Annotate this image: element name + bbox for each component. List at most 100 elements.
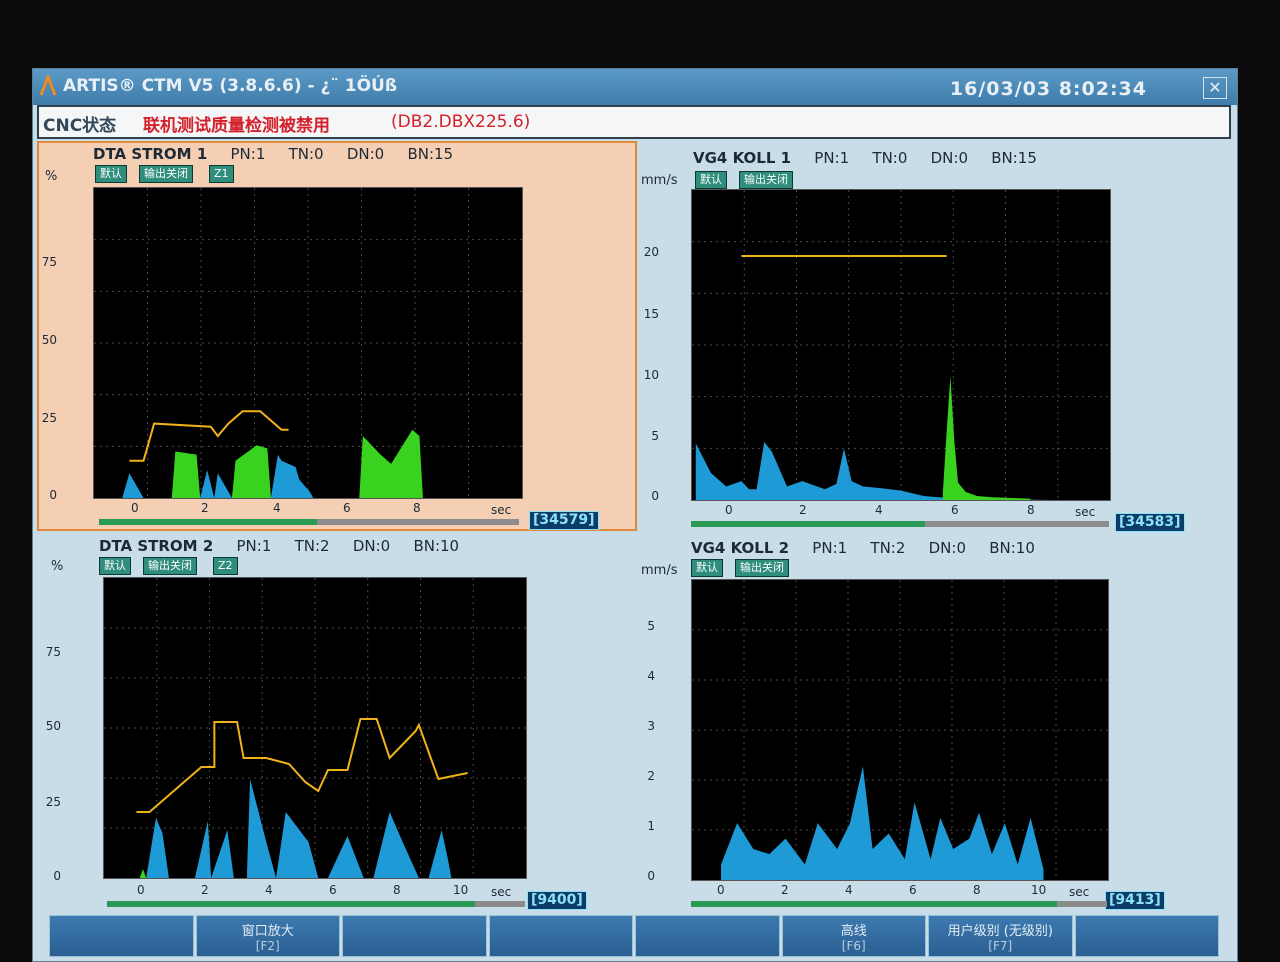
- tag-default[interactable]: 默认: [99, 557, 131, 575]
- y-tick: 4: [647, 669, 655, 683]
- artis-logo-icon: [39, 75, 57, 96]
- tn-value: TN:0: [872, 149, 908, 167]
- tn-value: TN:2: [294, 537, 330, 555]
- y-unit: %: [45, 169, 58, 184]
- app-title: ARTIS® CTM V5 (3.8.6.6) - ¿¨ 1ÖÚß: [63, 76, 398, 96]
- fkey-f4[interactable]: [488, 915, 633, 957]
- y-tick: 2: [647, 769, 655, 783]
- plot-area[interactable]: [103, 577, 527, 879]
- y-tick: 0: [49, 488, 57, 502]
- series-area-blue: [122, 448, 314, 498]
- pn-value: PN:1: [236, 537, 272, 555]
- chart-svg: [104, 578, 526, 878]
- tag-output-off[interactable]: 输出关闭: [735, 559, 789, 577]
- pn-value: PN:1: [812, 539, 848, 557]
- panel-title: VG4 KOLL 2 PN:1 TN:2 DN:0 BN:10: [691, 539, 1053, 557]
- bn-value: BN:10: [989, 539, 1035, 557]
- panel-title: DTA STROM 2 PN:1 TN:2 DN:0 BN:10: [99, 537, 477, 555]
- y-unit: mm/s: [641, 563, 678, 578]
- tag-default[interactable]: 默认: [95, 165, 127, 183]
- x-tick: 2: [201, 501, 209, 515]
- fkey-high-line[interactable]: 高线 [F6]: [781, 915, 926, 957]
- x-tick: 0: [717, 883, 725, 897]
- x-tick: 6: [909, 883, 917, 897]
- sample-count: [9413]: [1105, 891, 1165, 910]
- y-unit: %: [51, 559, 64, 574]
- tag-output-off[interactable]: 输出关闭: [143, 557, 197, 575]
- fkey-user-level[interactable]: 用户级别 (无级别) [F7]: [928, 915, 1073, 957]
- bn-value: BN:15: [407, 145, 454, 163]
- function-key-bar: 窗口放大 [F2] 高线 [F6] 用户级别 (无级别) [F7]: [49, 915, 1221, 957]
- fkey-f3[interactable]: [342, 915, 487, 957]
- tag-zone[interactable]: Z1: [209, 165, 234, 183]
- tag-default[interactable]: 默认: [691, 559, 723, 577]
- fkey-label: 用户级别 (无级别): [947, 924, 1053, 939]
- x-tick: 10: [1031, 883, 1047, 897]
- x-unit: sec: [491, 503, 512, 517]
- x-tick: 4: [845, 883, 853, 897]
- pn-value: PN:1: [230, 145, 266, 163]
- x-tick: 10: [453, 883, 469, 897]
- panel-vg4-koll-2[interactable]: VG4 KOLL 2 PN:1 TN:2 DN:0 BN:10 默认 输出关闭 …: [637, 533, 1231, 915]
- y-tick: 0: [53, 869, 61, 883]
- bn-value: BN:10: [413, 537, 460, 555]
- plot-area[interactable]: [691, 189, 1111, 501]
- fkey-key: [F2]: [255, 939, 280, 953]
- panel-vg4-koll-1[interactable]: VG4 KOLL 1 PN:1 TN:0 DN:0 BN:15 默认 输出关闭 …: [637, 141, 1231, 533]
- fkey-key: [F7]: [988, 939, 1013, 953]
- tag-zone[interactable]: Z2: [213, 557, 238, 575]
- sample-count: [34579]: [529, 511, 599, 530]
- fkey-zoom-window[interactable]: 窗口放大 [F2]: [195, 915, 340, 957]
- y-tick: 25: [45, 795, 61, 809]
- fkey-f5[interactable]: [635, 915, 780, 957]
- progress-bar: [99, 519, 519, 525]
- fkey-f8[interactable]: [1074, 915, 1219, 957]
- x-tick: 4: [875, 503, 883, 517]
- tag-output-off[interactable]: 输出关闭: [739, 171, 793, 189]
- progress-bar: [691, 901, 1107, 907]
- x-tick: 2: [799, 503, 807, 517]
- tag-default[interactable]: 默认: [695, 171, 727, 189]
- panel-dta-strom-2[interactable]: DTA STROM 2 PN:1 TN:2 DN:0 BN:10 默认 输出关闭…: [37, 531, 637, 915]
- fkey-f1[interactable]: [49, 915, 194, 957]
- series-area-blue: [695, 442, 1050, 500]
- close-icon[interactable]: ✕: [1203, 77, 1227, 99]
- panel-dta-strom-1[interactable]: DTA STROM 1 PN:1 TN:0 DN:0 BN:15 默认 输出关闭…: [37, 141, 637, 531]
- y-tick: 10: [643, 368, 659, 382]
- clock: 16/03/03 8:02:34: [949, 78, 1147, 100]
- y-tick: 5: [651, 429, 659, 443]
- x-tick: 8: [413, 501, 421, 515]
- x-tick: 4: [273, 501, 281, 515]
- tag-output-off[interactable]: 输出关闭: [139, 165, 193, 183]
- status-label: CNC状态: [43, 116, 117, 136]
- y-tick: 0: [651, 489, 659, 503]
- x-tick: 4: [265, 883, 273, 897]
- y-tick: 0: [647, 869, 655, 883]
- plot-area[interactable]: [93, 187, 523, 499]
- cnc-status-bar: CNC状态 联机测试质量检测被禁用 (DB2.DBX225.6): [37, 105, 1231, 139]
- plot-area[interactable]: [691, 579, 1109, 881]
- tn-value: TN:2: [870, 539, 906, 557]
- x-tick: 6: [343, 501, 351, 515]
- limit-line: [136, 718, 468, 813]
- y-tick: 15: [643, 307, 659, 321]
- status-code: (DB2.DBX225.6): [391, 112, 531, 132]
- x-tick: 6: [951, 503, 959, 517]
- dn-value: DN:0: [352, 537, 391, 555]
- y-tick: 50: [45, 719, 61, 733]
- x-tick: 0: [131, 501, 139, 515]
- x-tick: 8: [973, 883, 981, 897]
- x-tick: 8: [393, 883, 401, 897]
- y-tick: 3: [647, 719, 655, 733]
- status-message: 联机测试质量检测被禁用: [143, 116, 330, 136]
- y-tick: 20: [643, 245, 659, 259]
- x-tick: 2: [201, 883, 209, 897]
- dn-value: DN:0: [928, 539, 966, 557]
- chart-svg: [692, 580, 1108, 880]
- series-area-green: [139, 869, 147, 878]
- title-bar: ARTIS® CTM V5 (3.8.6.6) - ¿¨ 1ÖÚß 16/03/…: [33, 69, 1237, 105]
- x-unit: sec: [1069, 885, 1090, 899]
- y-unit: mm/s: [641, 173, 678, 188]
- panel-title: VG4 KOLL 1 PN:1 TN:0 DN:0 BN:15: [693, 149, 1055, 167]
- panel-title: DTA STROM 1 PN:1 TN:0 DN:0 BN:15: [93, 145, 471, 163]
